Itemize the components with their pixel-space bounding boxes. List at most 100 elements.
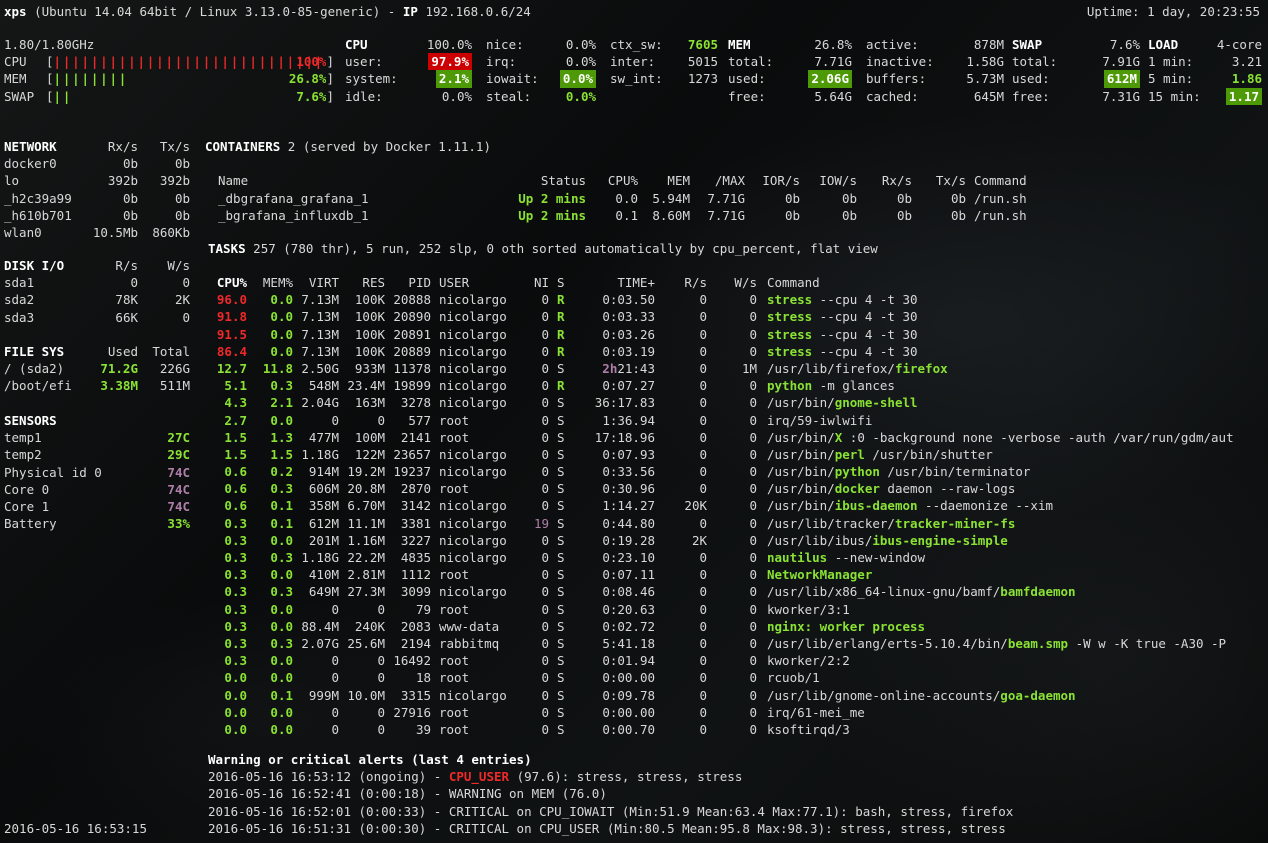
proc-write-rate: 0 <box>749 378 757 394</box>
proc-pid: 2083 <box>400 618 431 634</box>
containers-title: CONTAINERS <box>205 139 281 154</box>
proc-write-rate: 0 <box>749 481 757 497</box>
stat-value: 0.0% <box>441 88 472 104</box>
proc-res: 0 <box>377 601 385 617</box>
stat-key: sw_int: <box>610 71 663 87</box>
proc-res: 100K <box>354 292 385 308</box>
proc-read-rate: 0 <box>699 343 707 359</box>
proc-state: S <box>557 601 565 617</box>
command-args: -m glances <box>812 378 895 394</box>
alert-text: 2016-05-16 16:52:41 (0:00:18) - WARNING … <box>208 786 607 802</box>
sensor-row: temp2 29C <box>4 446 190 463</box>
proc-pid: 3315 <box>400 687 431 703</box>
ip-label: IP <box>402 4 418 19</box>
proc-time-value: 0:44.80 <box>602 515 655 531</box>
command-name: python <box>834 464 880 480</box>
proc-state: S <box>557 446 565 462</box>
stat-value: 0.0% <box>565 54 596 70</box>
proc-res: 2.81M <box>347 567 385 583</box>
command-name: stress <box>767 326 813 342</box>
stat-cell: nice: 0.0% <box>486 36 596 53</box>
proc-read-rate: 0 <box>699 464 707 480</box>
proc-virt: 999M <box>308 687 339 703</box>
proc-write-rate: 0 <box>749 687 757 703</box>
proc-user: nicolargo <box>439 515 507 531</box>
proc-read-rate: 0 <box>699 653 707 669</box>
alert-entry: 2016-05-16 16:51:31 (0:00:30) - CRITICAL… <box>208 820 1268 837</box>
proc-time-value: 5:41.18 <box>602 635 655 651</box>
stat-key: free: <box>728 88 766 104</box>
proc-time: 0:03.19 <box>567 343 655 360</box>
proc-read-rate: 0 <box>699 360 707 376</box>
stat-cell: buffers: 5.73M <box>866 70 1004 87</box>
proc-res: 122M <box>354 446 385 462</box>
proc-time: 17:18.96 <box>567 429 655 446</box>
command-args: :0 -background none -verbose -auth /var/… <box>842 429 1234 445</box>
proc-user: root <box>439 481 470 497</box>
proc-res: 0 <box>377 704 385 720</box>
network-value-2: 0b <box>174 190 190 206</box>
proc-res: 100K <box>354 309 385 325</box>
stat-cell: inactive: 1.58G <box>866 53 1004 70</box>
proc-mem: 0.3 <box>270 378 293 394</box>
process-col-header: W/s <box>734 275 757 290</box>
proc-user: root <box>439 601 470 617</box>
proc-nice: 0 <box>541 343 549 359</box>
proc-read-rate: 0 <box>699 412 707 428</box>
proc-time: 0:03.50 <box>567 291 655 308</box>
proc-res: 100K <box>354 326 385 342</box>
proc-time-value: 0:00.00 <box>602 704 655 720</box>
alerts-panel: Warning or critical alerts (last 4 entri… <box>208 751 1268 837</box>
proc-nice: 0 <box>541 687 549 703</box>
proc-virt: 7.13M <box>301 326 339 342</box>
proc-time: 0:09.78 <box>567 687 655 704</box>
sensor-row: Battery 33% <box>4 515 190 532</box>
command-args: -W w -K true -A30 -P <box>1068 635 1227 651</box>
network-name: wlan0 <box>4 224 42 240</box>
network-value-1: 392b <box>107 173 138 189</box>
proc-nice: 0 <box>541 309 549 325</box>
diskio-value-1: 66K <box>115 309 138 325</box>
command-name: tracker-miner-fs <box>894 515 1016 531</box>
stat-row: free: 5.64G cached: 645M <box>728 88 1004 105</box>
stat-row: used: 2.06G buffers: 5.73M <box>728 70 1004 88</box>
proc-user: nicolargo <box>439 532 507 548</box>
bar-fill: || <box>53 88 73 104</box>
proc-state: S <box>557 395 565 411</box>
containers-rows: _dbgrafana_grafana_1 Up 2 mins 0.0 5.94M 7.7… <box>205 190 1268 224</box>
stat-row: 1 min: 3.21 <box>1148 53 1262 70</box>
proc-nice: 0 <box>541 292 549 308</box>
proc-time-value: 21:43 <box>617 360 655 376</box>
proc-res: 20.8M <box>347 481 385 497</box>
proc-user: nicolargo <box>439 360 507 376</box>
alert-entry: 2016-05-16 16:53:12 (ongoing) - CPU_USER… <box>208 768 1268 785</box>
proc-pid: 2870 <box>400 481 431 497</box>
network-value-2: 860Kb <box>152 224 190 240</box>
proc-virt: 7.13M <box>301 309 339 325</box>
proc-res: 10.0M <box>347 687 385 703</box>
command-args: --cpu 4 -t 30 <box>812 326 918 342</box>
proc-virt: 0 <box>331 721 339 737</box>
proc-res: 163M <box>354 395 385 411</box>
proc-state: S <box>557 687 565 703</box>
proc-time-value: 0:03.26 <box>602 326 655 342</box>
proc-write-rate: 0 <box>749 653 757 669</box>
tasks-title: TASKS <box>208 241 246 256</box>
process-row: 0.3 0.3 2.07G 25.6M 2194 rabbitmq 0 S 5:41.18 0 0/… <box>205 635 1268 652</box>
process-row: 1.5 1.3 477M 100M 2141 root 0 S 17:18.96 0 0/usr/b… <box>205 429 1268 446</box>
proc-nice: 0 <box>541 429 549 445</box>
sensor-value: 74C <box>167 498 190 514</box>
stat-cell: sw_int: 1273 <box>610 70 718 87</box>
process-row: 12.7 11.8 2.50G 933M 11378 nicolargo 0 S 2h 21:43… <box>205 360 1268 377</box>
stat-key: idle: <box>345 88 383 104</box>
process-row: 1.5 1.5 1.18G 122M 23657 nicolargo 0 S 0:07.93 0 0… <box>205 446 1268 463</box>
proc-cpu: 86.4 <box>216 343 247 359</box>
proc-cpu: 0.3 <box>224 567 247 583</box>
proc-res: 0 <box>377 412 385 428</box>
proc-nice: 0 <box>541 532 549 548</box>
command-prefix: /usr/lib/firefox/ <box>767 360 895 376</box>
proc-res: 1.16M <box>347 532 385 548</box>
command-args: --daemonize --xim <box>917 498 1053 514</box>
proc-time-value: 0:03.50 <box>602 292 655 308</box>
stat-key: iowait: <box>486 71 539 87</box>
